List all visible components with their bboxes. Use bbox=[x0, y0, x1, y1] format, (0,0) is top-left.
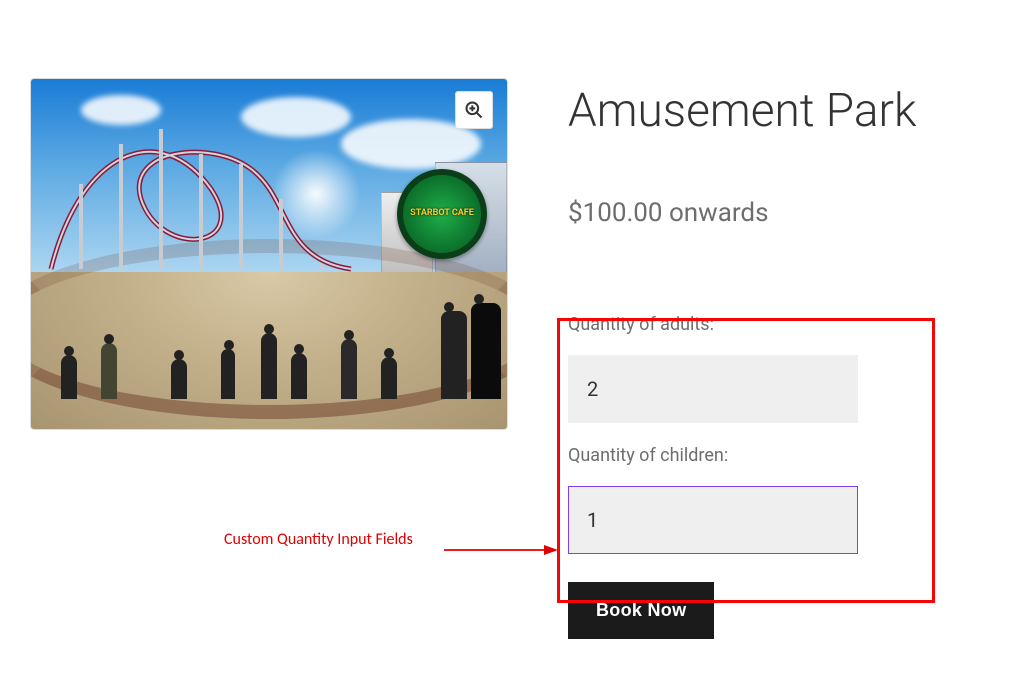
book-now-button[interactable]: Book Now bbox=[568, 582, 714, 639]
adults-label: Quantity of adults: bbox=[568, 314, 994, 335]
magnifier-plus-icon bbox=[464, 100, 484, 120]
product-price: $100.00 onwards bbox=[568, 198, 994, 228]
zoom-button[interactable] bbox=[455, 91, 493, 129]
annotation-label: Custom Quantity Input Fields bbox=[224, 530, 413, 549]
children-label: Quantity of children: bbox=[568, 445, 994, 466]
image-illustration: STARBOT CAFE bbox=[31, 79, 507, 429]
product-image[interactable]: STARBOT CAFE bbox=[30, 78, 508, 430]
children-input[interactable] bbox=[568, 486, 858, 554]
product-title: Amusement Park bbox=[568, 84, 994, 138]
park-sign: STARBOT CAFE bbox=[397, 169, 487, 259]
adults-input[interactable] bbox=[568, 355, 858, 423]
